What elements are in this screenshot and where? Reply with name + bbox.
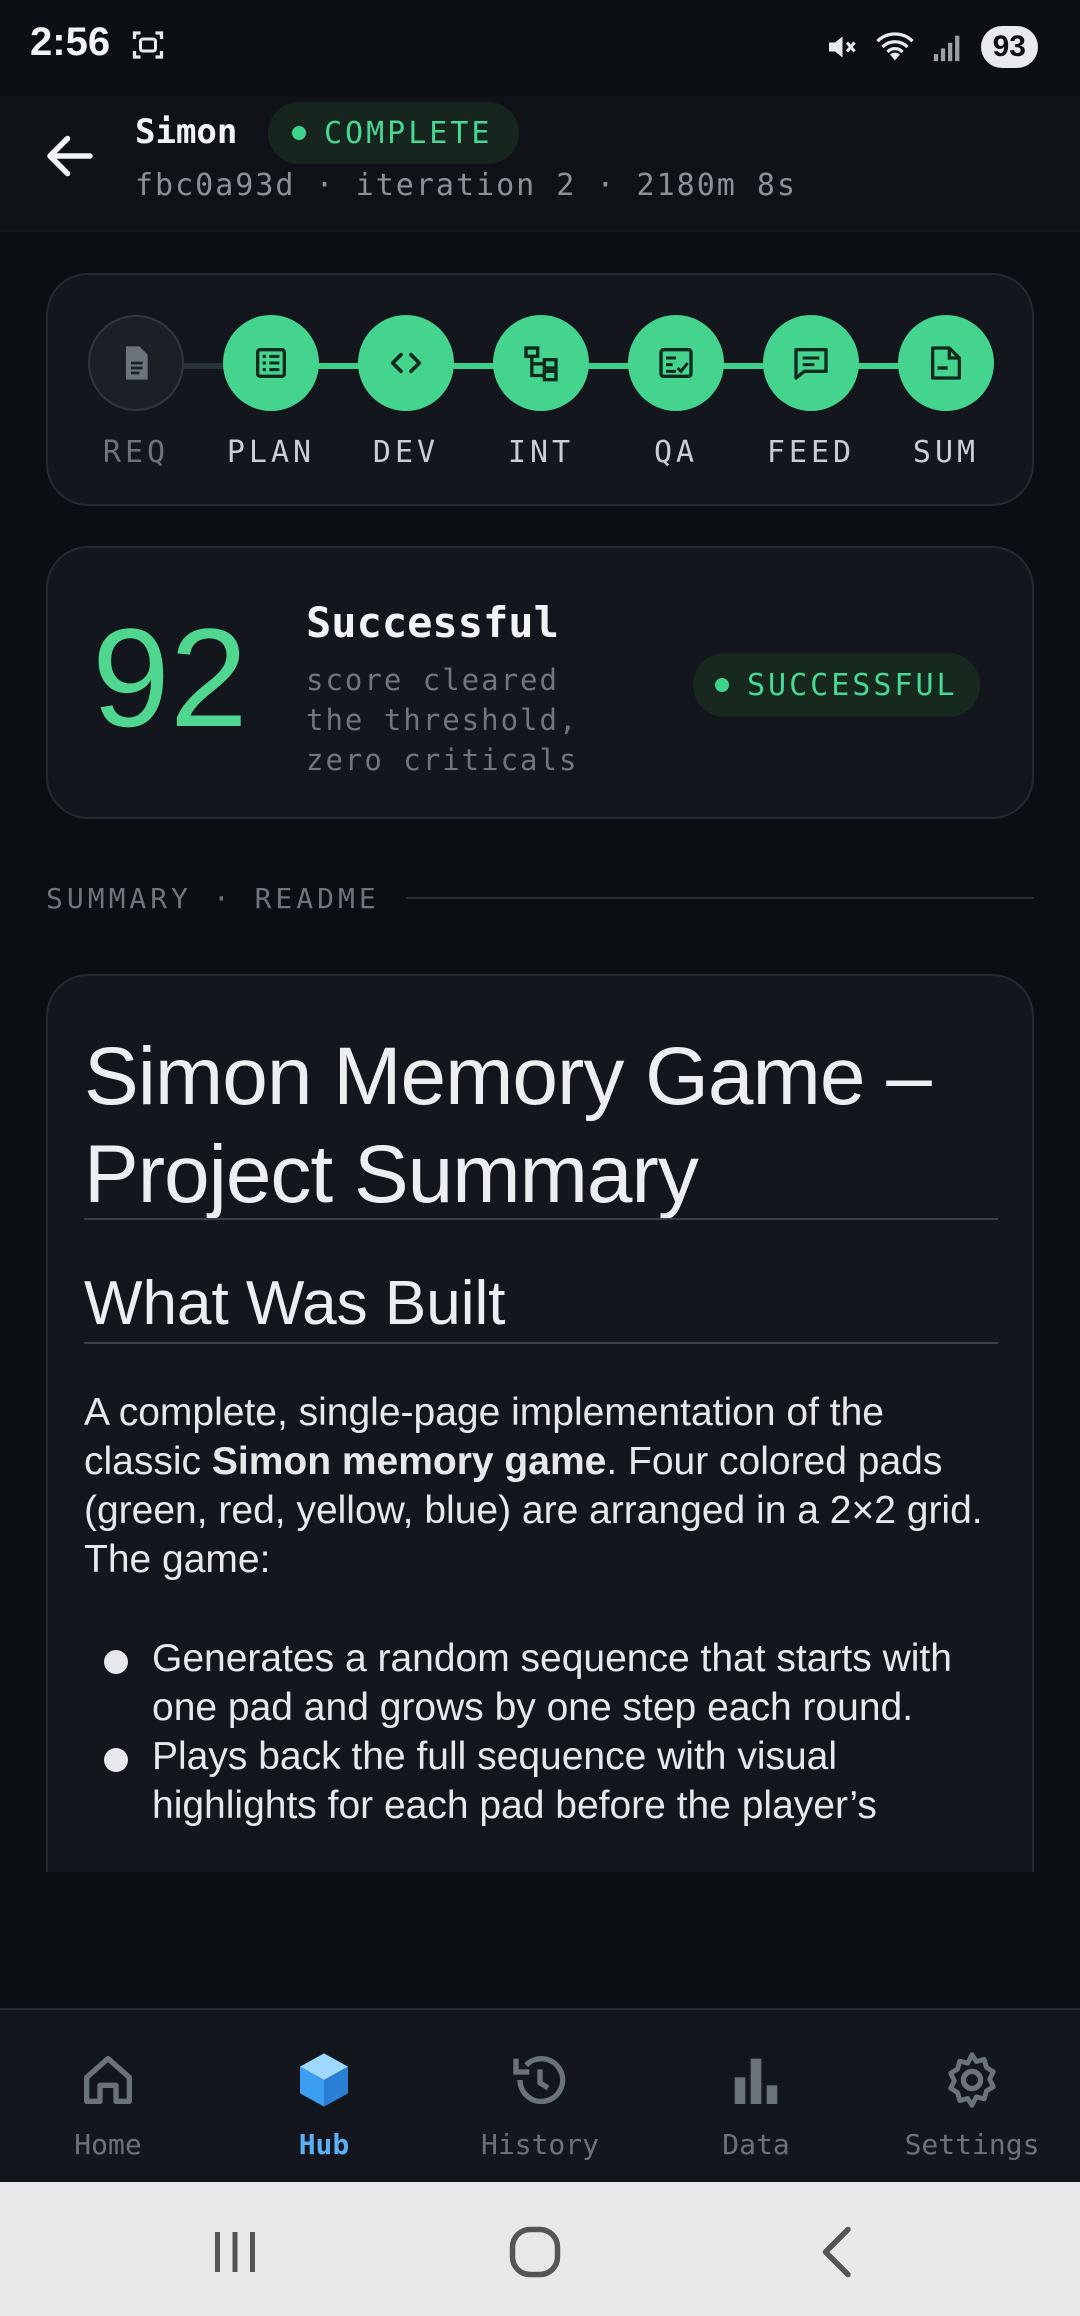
pipeline-card: REQ PLAN DEV INT QA FEED SUM [46,273,1034,506]
section-label: SUMMARY · README [46,881,380,915]
bullet-icon [104,1650,128,1674]
readme-paragraph: A complete, single-page implementation o… [84,1388,1004,1584]
readme-card[interactable]: Simon Memory Game – Project Summary What… [46,974,1034,1872]
bottom-nav: Home Hub History Data Settings [0,2008,1080,2182]
readme-list: Generates a random sequence that starts … [84,1634,1004,1830]
stage-int[interactable]: INT [493,315,589,470]
nav-label: Home [74,2128,142,2161]
summary-icon [898,315,994,411]
run-meta: fbc0a93d · iteration 2 · 2180m 8s [135,168,798,203]
status-bar: 2:56 93 [0,0,1080,96]
recent-apps-icon[interactable] [205,2222,265,2282]
verdict-badge-label: SUCCESSFUL [747,667,958,703]
signal-icon [933,35,959,62]
stage-qa[interactable]: QA [628,315,724,470]
status-badge-label: COMPLETE [324,115,493,151]
app-header: Simon COMPLETE fbc0a93d · iteration 2 · … [0,96,1080,232]
nav-hub[interactable]: Hub [216,2010,432,2182]
score-value: 92 [92,599,248,756]
verdict-badge: SUCCESSFUL [693,653,980,717]
nav-label: Data [722,2128,790,2161]
nav-label: Hub [298,2128,350,2161]
integration-icon [493,315,589,411]
battery-icon: 93 [980,26,1038,68]
status-badge: COMPLETE [268,102,519,164]
stage-label: DEV [372,435,440,470]
stage-req[interactable]: REQ [88,315,184,470]
readme-title: Simon Memory Game – Project Summary [84,1031,932,1220]
list-item: Plays back the full sequence with visual… [84,1732,1004,1830]
score-card: 92 Successful score cleared the threshol… [46,546,1034,819]
status-icons: 93 [823,26,1038,68]
list-item-text: Generates a random sequence that starts … [152,1637,952,1729]
cube-icon [300,2053,348,2107]
list-icon [223,315,319,411]
bullet-icon [104,1748,128,1772]
nav-label: History [480,2128,599,2161]
history-icon [513,2056,566,2105]
status-dot [292,126,306,140]
list-item: Generates a random sequence that starts … [84,1634,1004,1732]
bar-chart-icon [734,2058,778,2104]
stage-label: REQ [102,435,170,470]
stage-label: INT [507,435,575,470]
mute-icon [828,36,856,58]
stage-label: SUM [912,435,980,470]
stage-sum[interactable]: SUM [898,315,994,470]
section-header: SUMMARY · README [46,878,1034,918]
readme-heading: What Was Built [84,1269,506,1338]
stage-dev[interactable]: DEV [358,315,454,470]
list-item-text: Plays back the full sequence with visual… [152,1735,877,1827]
home-icon [84,2056,132,2104]
verdict-description: score cleared the threshold, zero critic… [306,663,579,777]
document-icon [88,315,184,411]
stage-label: PLAN [226,435,316,470]
system-nav-bar [0,2182,1080,2316]
gear-icon [948,2052,996,2108]
paragraph-bold: Simon memory game [211,1440,607,1483]
verdict-dot [715,678,729,692]
nav-label: Settings [904,2128,1040,2161]
back-button-icon[interactable] [808,2222,868,2282]
nav-data[interactable]: Data [648,2010,864,2182]
back-arrow-icon[interactable] [40,126,100,186]
nav-history[interactable]: History [432,2010,648,2182]
stage-feed[interactable]: FEED [763,315,859,470]
section-divider [405,897,1034,899]
code-icon [358,315,454,411]
chat-icon [763,315,859,411]
stage-label: QA [653,435,699,470]
status-time: 2:56 [30,20,111,64]
screenshot-icon [132,31,164,59]
nav-home[interactable]: Home [0,2010,216,2182]
stage-label: FEED [766,435,856,470]
home-button-icon[interactable] [505,2222,565,2282]
title-divider [84,1218,998,1220]
project-title: Simon [135,112,238,152]
checklist-icon [628,315,724,411]
wifi-icon [875,32,914,61]
stage-plan[interactable]: PLAN [223,315,319,470]
heading-divider [84,1342,998,1344]
verdict-title: Successful [306,598,559,647]
nav-settings[interactable]: Settings [864,2010,1080,2182]
